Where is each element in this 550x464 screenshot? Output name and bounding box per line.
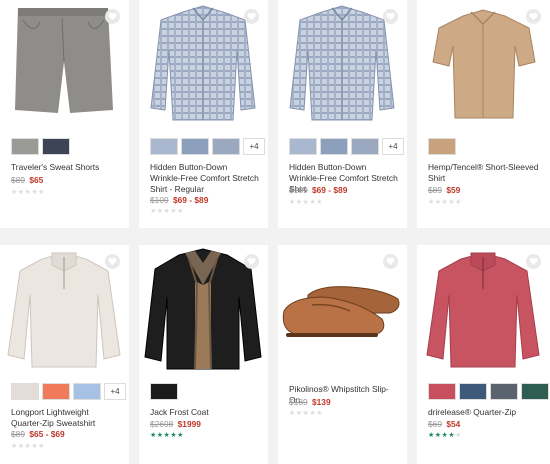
sale-price: $69 - $89 (172, 195, 209, 205)
color-swatches (150, 383, 178, 400)
color-swatches: +4 (289, 138, 404, 155)
sale-price: $139 (311, 397, 331, 407)
original-price: $69 (428, 419, 442, 429)
product-name[interactable]: Jack Frost Coat (150, 407, 260, 418)
sale-price: $69 - $89 (311, 185, 348, 195)
original-price: $89 (11, 175, 25, 185)
product-card[interactable]: Hemp/Tencel® Short-Sleeved Shirt $89 $59… (417, 0, 550, 228)
favorite-heart-icon[interactable] (244, 9, 259, 24)
sale-price: $1999 (177, 419, 201, 429)
color-swatch[interactable] (11, 383, 39, 400)
product-price: $189 $139 (289, 397, 331, 407)
color-swatch[interactable] (42, 138, 70, 155)
rating-stars: ★★★★★ (150, 208, 184, 215)
color-swatch[interactable] (150, 383, 178, 400)
product-card[interactable]: Traveler's Sweat Shorts $89 $65 ★★★★★ (0, 0, 129, 228)
color-swatches: +4 (150, 138, 265, 155)
rating-stars: ★★★★★ (150, 432, 184, 439)
product-price: $109 $69 - $89 (289, 185, 347, 195)
original-price: $2698 (150, 419, 174, 429)
product-price: $89 $59 (428, 185, 460, 195)
rating-stars: ★★★★★ (11, 189, 45, 196)
favorite-heart-icon[interactable] (244, 254, 259, 269)
color-swatches (428, 383, 549, 400)
rating-stars: ★★★★★ (289, 199, 323, 206)
rating-stars: ★★★★★ (289, 410, 323, 417)
product-name[interactable]: drirelease® Quarter-Zip (428, 407, 542, 418)
color-swatches (11, 138, 70, 155)
color-swatch[interactable] (42, 383, 70, 400)
product-card[interactable]: Pikolinos® Whipstitch Slip-On $189 $139 … (278, 245, 407, 464)
favorite-heart-icon[interactable] (383, 254, 398, 269)
color-swatch[interactable] (150, 138, 178, 155)
original-price: $109 (150, 195, 169, 205)
sale-price: $59 (446, 185, 461, 195)
rating-stars: ★★★★★ (428, 432, 462, 439)
color-swatch[interactable] (459, 383, 487, 400)
favorite-heart-icon[interactable] (526, 9, 541, 24)
more-colors-button[interactable]: +4 (382, 138, 404, 155)
sale-price: $65 - $69 (29, 429, 65, 439)
product-name[interactable]: Traveler's Sweat Shorts (11, 162, 121, 173)
more-colors-button[interactable]: +4 (243, 138, 265, 155)
product-card[interactable]: Jack Frost Coat $2698 $1999 ★★★★★ (139, 245, 268, 464)
original-price: $189 (289, 397, 308, 407)
color-swatch[interactable] (11, 138, 39, 155)
rating-stars: ★★★★★ (428, 199, 462, 206)
original-price: $89 (11, 429, 25, 439)
product-price: $69 $54 (428, 419, 460, 429)
color-swatch[interactable] (181, 138, 209, 155)
original-price: $109 (289, 185, 308, 195)
product-price: $89 $65 (11, 175, 43, 185)
sale-price: $65 (29, 175, 44, 185)
favorite-heart-icon[interactable] (383, 9, 398, 24)
color-swatch[interactable] (320, 138, 348, 155)
color-swatches: +4 (11, 383, 126, 400)
product-name[interactable]: Hidden Button-Down Wrinkle-Free Comfort … (150, 162, 260, 195)
product-price: $2698 $1999 (150, 419, 201, 429)
product-name[interactable]: Hemp/Tencel® Short-Sleeved Shirt (428, 162, 542, 184)
favorite-heart-icon[interactable] (526, 254, 541, 269)
favorite-heart-icon[interactable] (105, 254, 120, 269)
product-name[interactable]: Longport Lightweight Quarter-Zip Sweatsh… (11, 407, 121, 429)
color-swatch[interactable] (428, 138, 456, 155)
product-card[interactable]: +4 Hidden Button-Down Wrinkle-Free Comfo… (139, 0, 268, 228)
color-swatch[interactable] (73, 383, 101, 400)
product-card[interactable]: +4 Longport Lightweight Quarter-Zip Swea… (0, 245, 129, 464)
product-price: $89 $65 - $69 (11, 429, 65, 439)
favorite-heart-icon[interactable] (105, 9, 120, 24)
product-price: $109 $69 - $89 (150, 195, 208, 205)
product-card[interactable]: drirelease® Quarter-Zip $69 $54 ★★★★★ (417, 245, 550, 464)
color-swatch[interactable] (428, 383, 456, 400)
product-card[interactable]: +4 Hidden Button-Down Wrinkle-Free Comfo… (278, 0, 407, 228)
color-swatch[interactable] (351, 138, 379, 155)
sale-price: $54 (446, 419, 461, 429)
original-price: $89 (428, 185, 442, 195)
color-swatch[interactable] (521, 383, 549, 400)
color-swatch[interactable] (289, 138, 317, 155)
color-swatch[interactable] (212, 138, 240, 155)
product-grid: Traveler's Sweat Shorts $89 $65 ★★★★★ +4… (0, 0, 550, 464)
rating-stars: ★★★★★ (11, 443, 45, 450)
color-swatches (428, 138, 456, 155)
color-swatch[interactable] (490, 383, 518, 400)
more-colors-button[interactable]: +4 (104, 383, 126, 400)
